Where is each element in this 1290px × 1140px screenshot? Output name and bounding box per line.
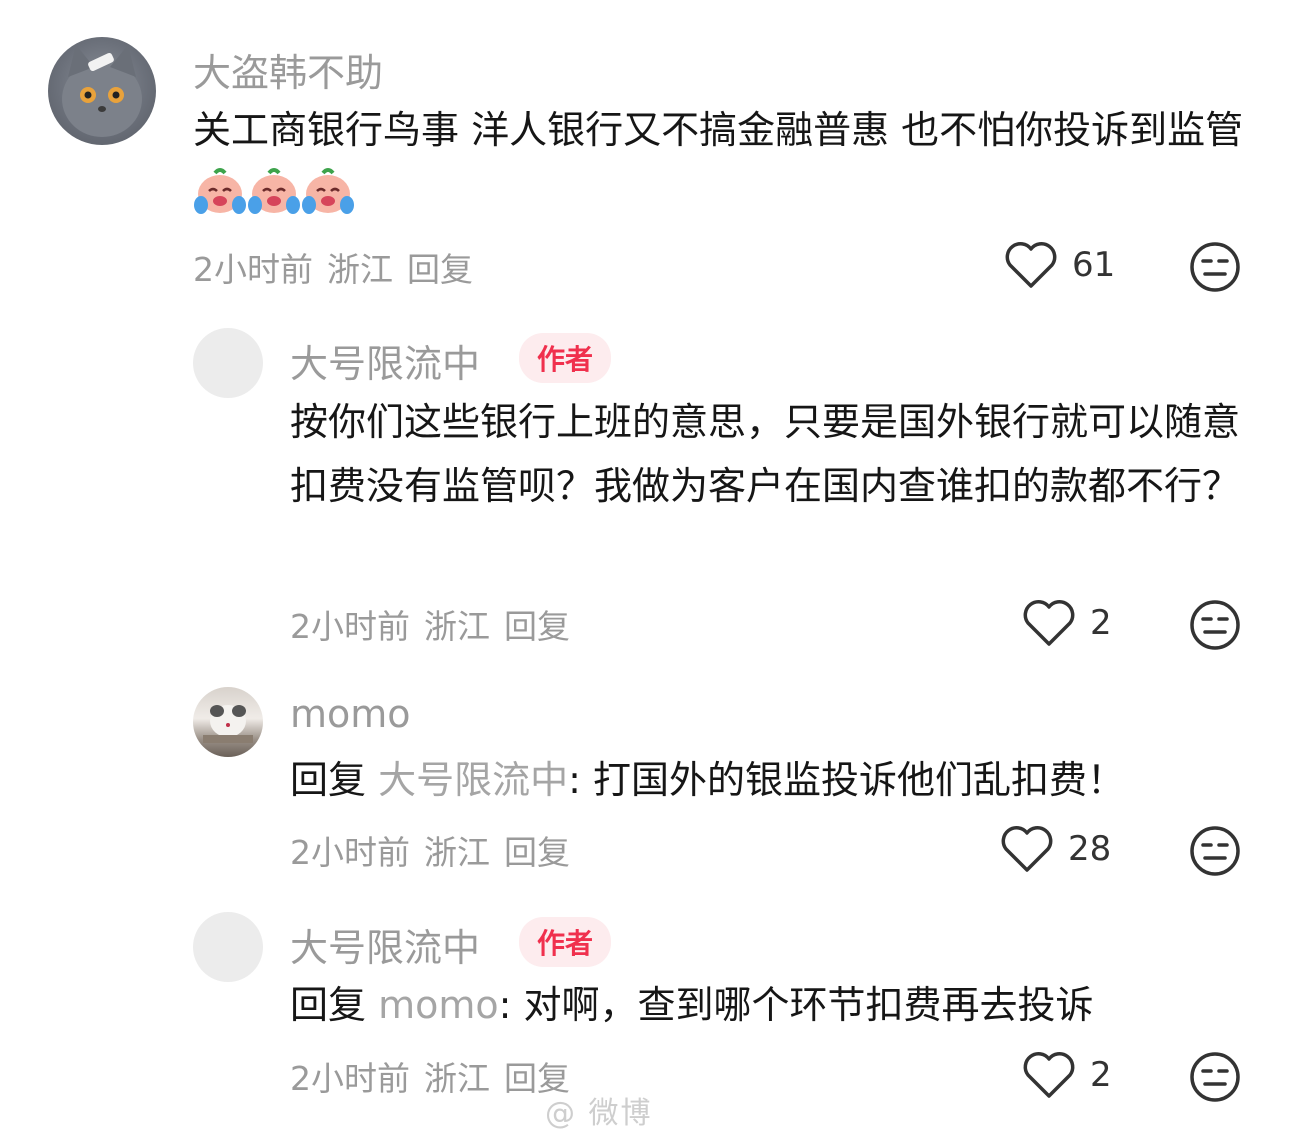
comment-author-name[interactable]: 大号限流中 [290, 333, 480, 388]
dislike-button[interactable] [1188, 824, 1242, 882]
comment-text-content: : 对啊，查到哪个环节扣费再去投诉 [498, 983, 1094, 1027]
comment-text-content: : 打国外的银监投诉他们乱扣费！ [568, 758, 1126, 802]
like-count: 2 [1090, 603, 1112, 643]
dislike-button[interactable] [1188, 598, 1242, 656]
comment-meta: 2小时前 浙江 回复 [290, 1052, 584, 1100]
comment-author-name[interactable]: 大盗韩不助 [193, 42, 383, 97]
avatar[interactable] [193, 328, 263, 398]
comment-time: 2小时前 [193, 250, 313, 289]
crying-face-emoji [193, 167, 247, 234]
dislike-button[interactable] [1188, 240, 1242, 298]
comment-meta: 2小时前 浙江 回复 [290, 826, 584, 874]
neutral-face-icon [1190, 1052, 1240, 1102]
reply-prefix: 回复 [290, 758, 367, 802]
like-button[interactable]: 61 [1004, 240, 1115, 290]
neutral-face-icon [1190, 600, 1240, 650]
like-count: 28 [1068, 829, 1112, 869]
crying-face-emoji [247, 167, 301, 234]
like-count: 61 [1072, 245, 1116, 285]
author-badge: 作者 [519, 917, 612, 967]
heart-outline-icon [1023, 600, 1075, 646]
avatar[interactable] [48, 37, 156, 145]
heart-outline-icon [1001, 826, 1053, 872]
neutral-face-icon [1190, 242, 1240, 292]
like-button[interactable]: 2 [1022, 1050, 1112, 1100]
reply-button[interactable]: 回复 [407, 250, 473, 289]
comment-time: 2小时前 [290, 833, 410, 872]
heart-outline-icon [1005, 242, 1057, 288]
comment-location: 浙江 [424, 1059, 490, 1098]
dislike-button[interactable] [1188, 1050, 1242, 1108]
comment-text: 按你们这些银行上班的意思，只要是国外银行就可以随意扣费没有监管呗？我做为客户在国… [290, 400, 1241, 508]
comment-meta: 2小时前 浙江 回复 [290, 600, 584, 648]
comment-text: 回复 大号限流中: 打国外的银监投诉他们乱扣费！ [290, 748, 1240, 812]
reply-prefix: 回复 [290, 983, 367, 1027]
watermark: @ 微博 [545, 1096, 653, 1131]
comment-time: 2小时前 [290, 607, 410, 646]
author-badge: 作者 [519, 333, 612, 383]
like-count: 2 [1090, 1055, 1112, 1095]
like-button[interactable]: 28 [1000, 824, 1111, 874]
reply-button[interactable]: 回复 [504, 833, 570, 872]
avatar[interactable] [193, 687, 263, 757]
neutral-face-icon [1190, 826, 1240, 876]
comment-time: 2小时前 [290, 1059, 410, 1098]
comment-text: 回复 momo: 对啊，查到哪个环节扣费再去投诉 [290, 973, 1240, 1037]
crying-face-emoji [301, 167, 355, 234]
reply-to-name[interactable]: momo [378, 983, 499, 1027]
heart-outline-icon [1023, 1052, 1075, 1098]
comment-text: 关工商银行鸟事 洋人银行又不搞金融普惠 也不怕你投诉到监管 [193, 98, 1253, 234]
reply-button[interactable]: 回复 [504, 607, 570, 646]
comment-location: 浙江 [327, 250, 393, 289]
comment-author-name[interactable]: momo [290, 692, 411, 736]
comment-author-name[interactable]: 大号限流中 [290, 917, 480, 972]
like-button[interactable]: 2 [1022, 598, 1112, 648]
comment-meta: 2小时前 浙江 回复 [193, 243, 487, 291]
comment-text-content: 关工商银行鸟事 洋人银行又不搞金融普惠 也不怕你投诉到监管 [193, 108, 1244, 152]
avatar[interactable] [193, 912, 263, 982]
reply-to-name[interactable]: 大号限流中 [378, 758, 568, 802]
comment-location: 浙江 [424, 833, 490, 872]
comment-location: 浙江 [424, 607, 490, 646]
